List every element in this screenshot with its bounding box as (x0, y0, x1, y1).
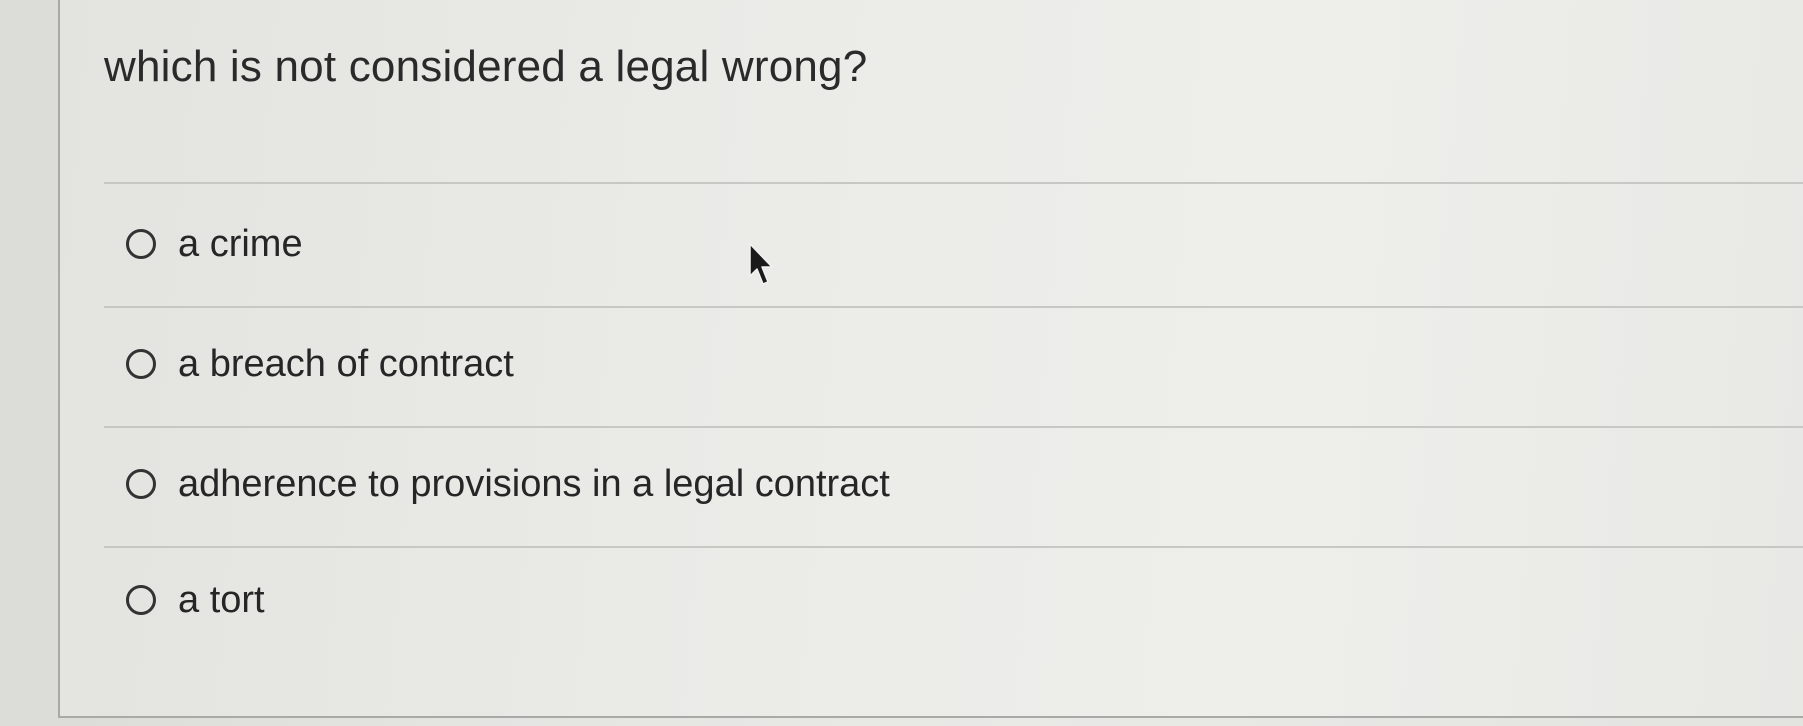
option-a-tort[interactable]: a tort (126, 574, 265, 626)
option-label: a breach of contract (178, 342, 514, 385)
screen: which is not considered a legal wrong? a… (0, 0, 1803, 726)
option-a-crime[interactable]: a crime (126, 218, 303, 270)
option-label: a tort (178, 578, 265, 621)
mouse-pointer-icon (749, 243, 773, 285)
radio-unselected-icon[interactable] (126, 585, 156, 615)
radio-unselected-icon[interactable] (126, 469, 156, 499)
divider (104, 546, 1803, 548)
option-breach-of-contract[interactable]: a breach of contract (126, 338, 514, 390)
left-gutter (0, 0, 58, 726)
option-label: a crime (178, 222, 303, 265)
divider (104, 306, 1803, 308)
option-label: adherence to provisions in a legal contr… (178, 462, 890, 505)
divider (104, 182, 1803, 184)
option-adherence-to-provisions[interactable]: adherence to provisions in a legal contr… (126, 458, 890, 510)
question-text: which is not considered a legal wrong? (104, 42, 868, 91)
radio-unselected-icon[interactable] (126, 229, 156, 259)
radio-unselected-icon[interactable] (126, 349, 156, 379)
divider (104, 426, 1803, 428)
